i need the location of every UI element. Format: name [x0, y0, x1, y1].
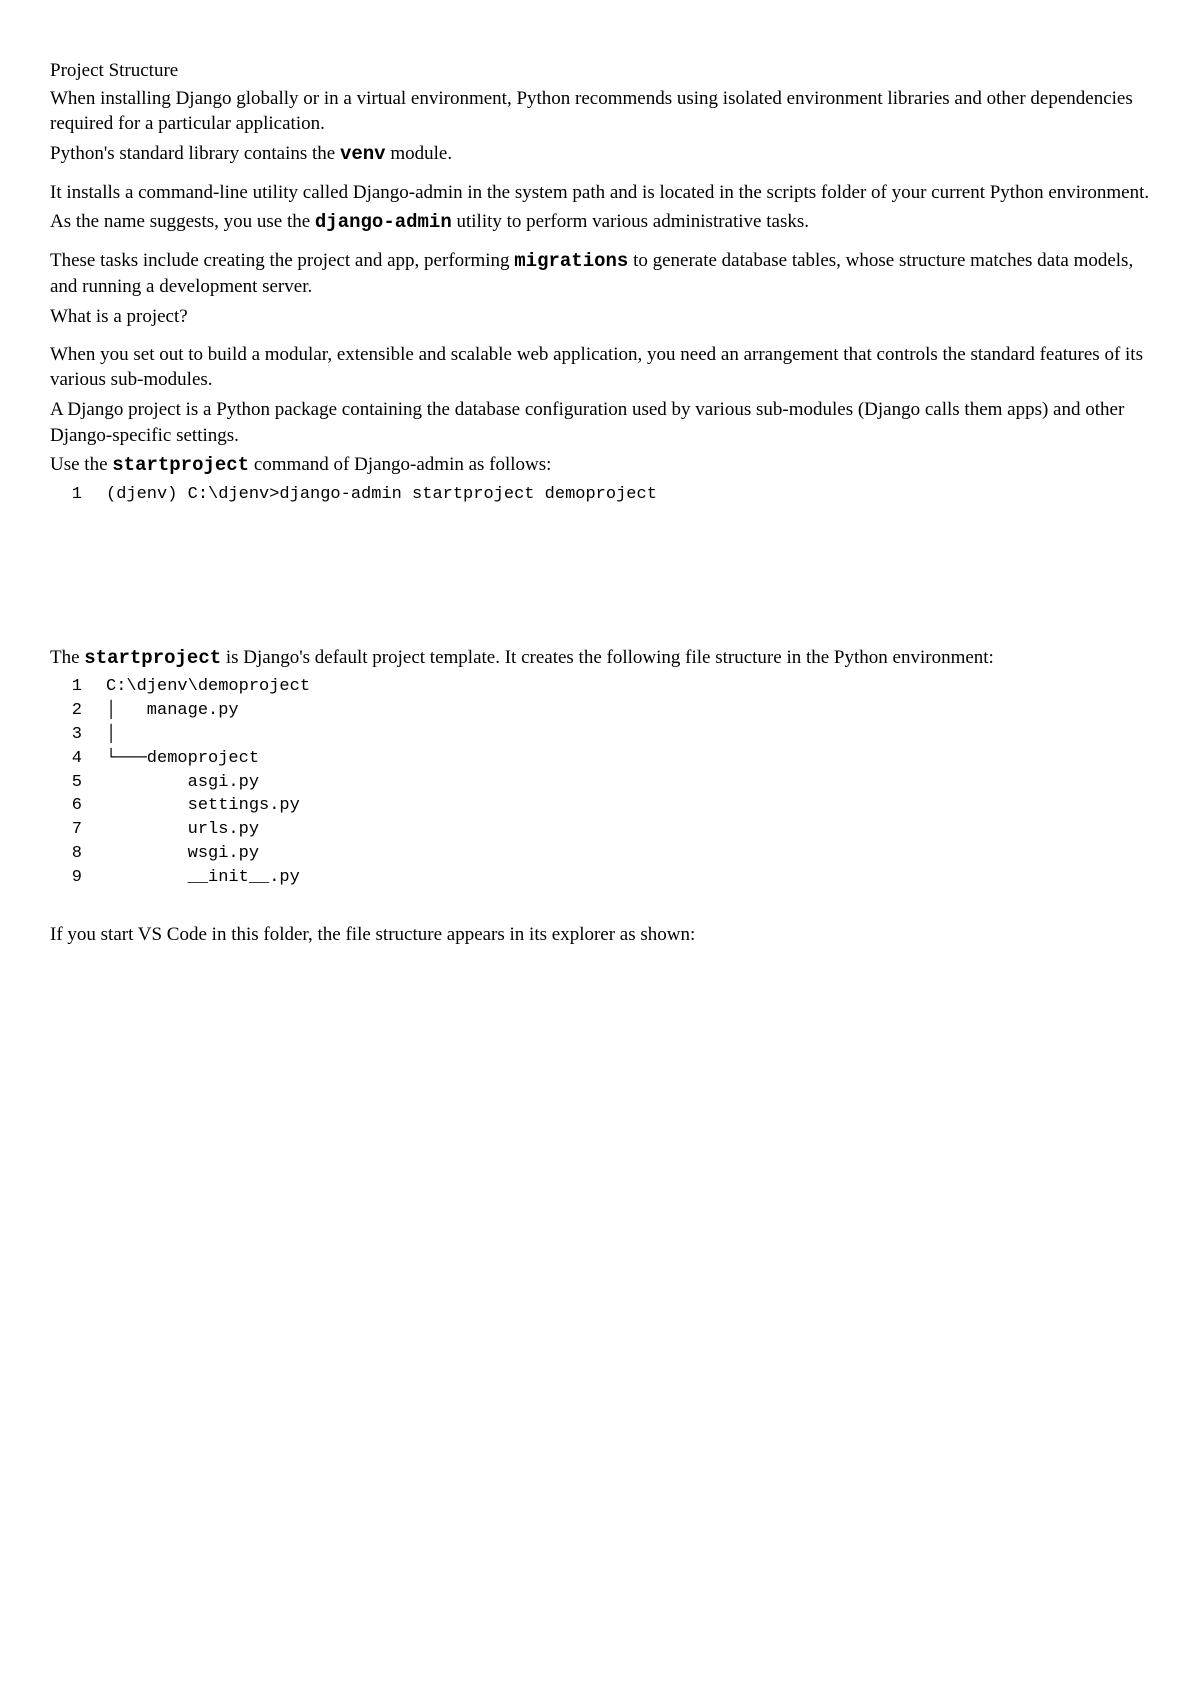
line-number: 5 — [66, 771, 106, 795]
paragraph: It installs a command-line utility calle… — [50, 180, 1150, 206]
paragraph: Python's standard library contains the v… — [50, 141, 1150, 168]
line-content: asgi.py — [106, 771, 259, 795]
line-number: 4 — [66, 747, 106, 771]
code-line: 4└───demoproject — [50, 747, 1150, 771]
code-line: 1C:\djenv\demoproject — [50, 675, 1150, 699]
text: utility to perform various administrativ… — [452, 211, 809, 232]
code-line: 2│ manage.py — [50, 699, 1150, 723]
line-number: 3 — [66, 723, 106, 747]
line-content: └───demoproject — [106, 747, 259, 771]
line-number: 6 — [66, 794, 106, 818]
text: Python's standard library contains the — [50, 143, 340, 164]
line-content: __init__.py — [106, 866, 300, 890]
code-line: 6 settings.py — [50, 794, 1150, 818]
inline-code: startproject — [112, 454, 249, 476]
paragraph: As the name suggests, you use the django… — [50, 209, 1150, 236]
line-content: settings.py — [106, 794, 300, 818]
code-line: 3│ — [50, 723, 1150, 747]
paragraph: What is a project? — [50, 304, 1150, 330]
line-number: 9 — [66, 866, 106, 890]
code-block: 1(djenv) C:\djenv>django-admin startproj… — [50, 483, 1150, 507]
line-number: 8 — [66, 842, 106, 866]
line-content: (djenv) C:\djenv>django-admin startproje… — [106, 483, 657, 507]
text: module. — [386, 143, 453, 164]
paragraph: When you set out to build a modular, ext… — [50, 342, 1150, 393]
paragraph: When installing Django globally or in a … — [50, 86, 1150, 137]
inline-code: startproject — [84, 647, 221, 669]
text: The — [50, 647, 84, 668]
text: is Django's default project template. It… — [221, 647, 994, 668]
text: As the name suggests, you use the — [50, 211, 315, 232]
paragraph: The startproject is Django's default pro… — [50, 645, 1150, 672]
line-content: urls.py — [106, 818, 259, 842]
line-content: │ manage.py — [106, 699, 239, 723]
line-number: 7 — [66, 818, 106, 842]
text: Use the — [50, 454, 112, 475]
code-block: 1C:\djenv\demoproject2│ manage.py3│ 4└──… — [50, 675, 1150, 889]
text: These tasks include creating the project… — [50, 250, 514, 271]
inline-code: venv — [340, 143, 386, 165]
paragraph: Use the startproject command of Django-a… — [50, 452, 1150, 479]
code-line: 7 urls.py — [50, 818, 1150, 842]
inline-code: django-admin — [315, 211, 452, 233]
code-line: 9 __init__.py — [50, 866, 1150, 890]
line-number: 2 — [66, 699, 106, 723]
line-content: C:\djenv\demoproject — [106, 675, 310, 699]
paragraph: A Django project is a Python package con… — [50, 397, 1150, 448]
code-line: 1(djenv) C:\djenv>django-admin startproj… — [50, 483, 1150, 507]
line-number: 1 — [66, 675, 106, 699]
page-title: Project Structure — [50, 58, 1150, 84]
line-number: 1 — [66, 483, 106, 507]
code-line: 5 asgi.py — [50, 771, 1150, 795]
paragraph: If you start VS Code in this folder, the… — [50, 922, 1150, 948]
text: command of Django-admin as follows: — [249, 454, 551, 475]
code-line: 8 wsgi.py — [50, 842, 1150, 866]
paragraph: These tasks include creating the project… — [50, 248, 1150, 300]
inline-code: migrations — [514, 250, 628, 272]
line-content: │ — [106, 723, 126, 747]
line-content: wsgi.py — [106, 842, 259, 866]
